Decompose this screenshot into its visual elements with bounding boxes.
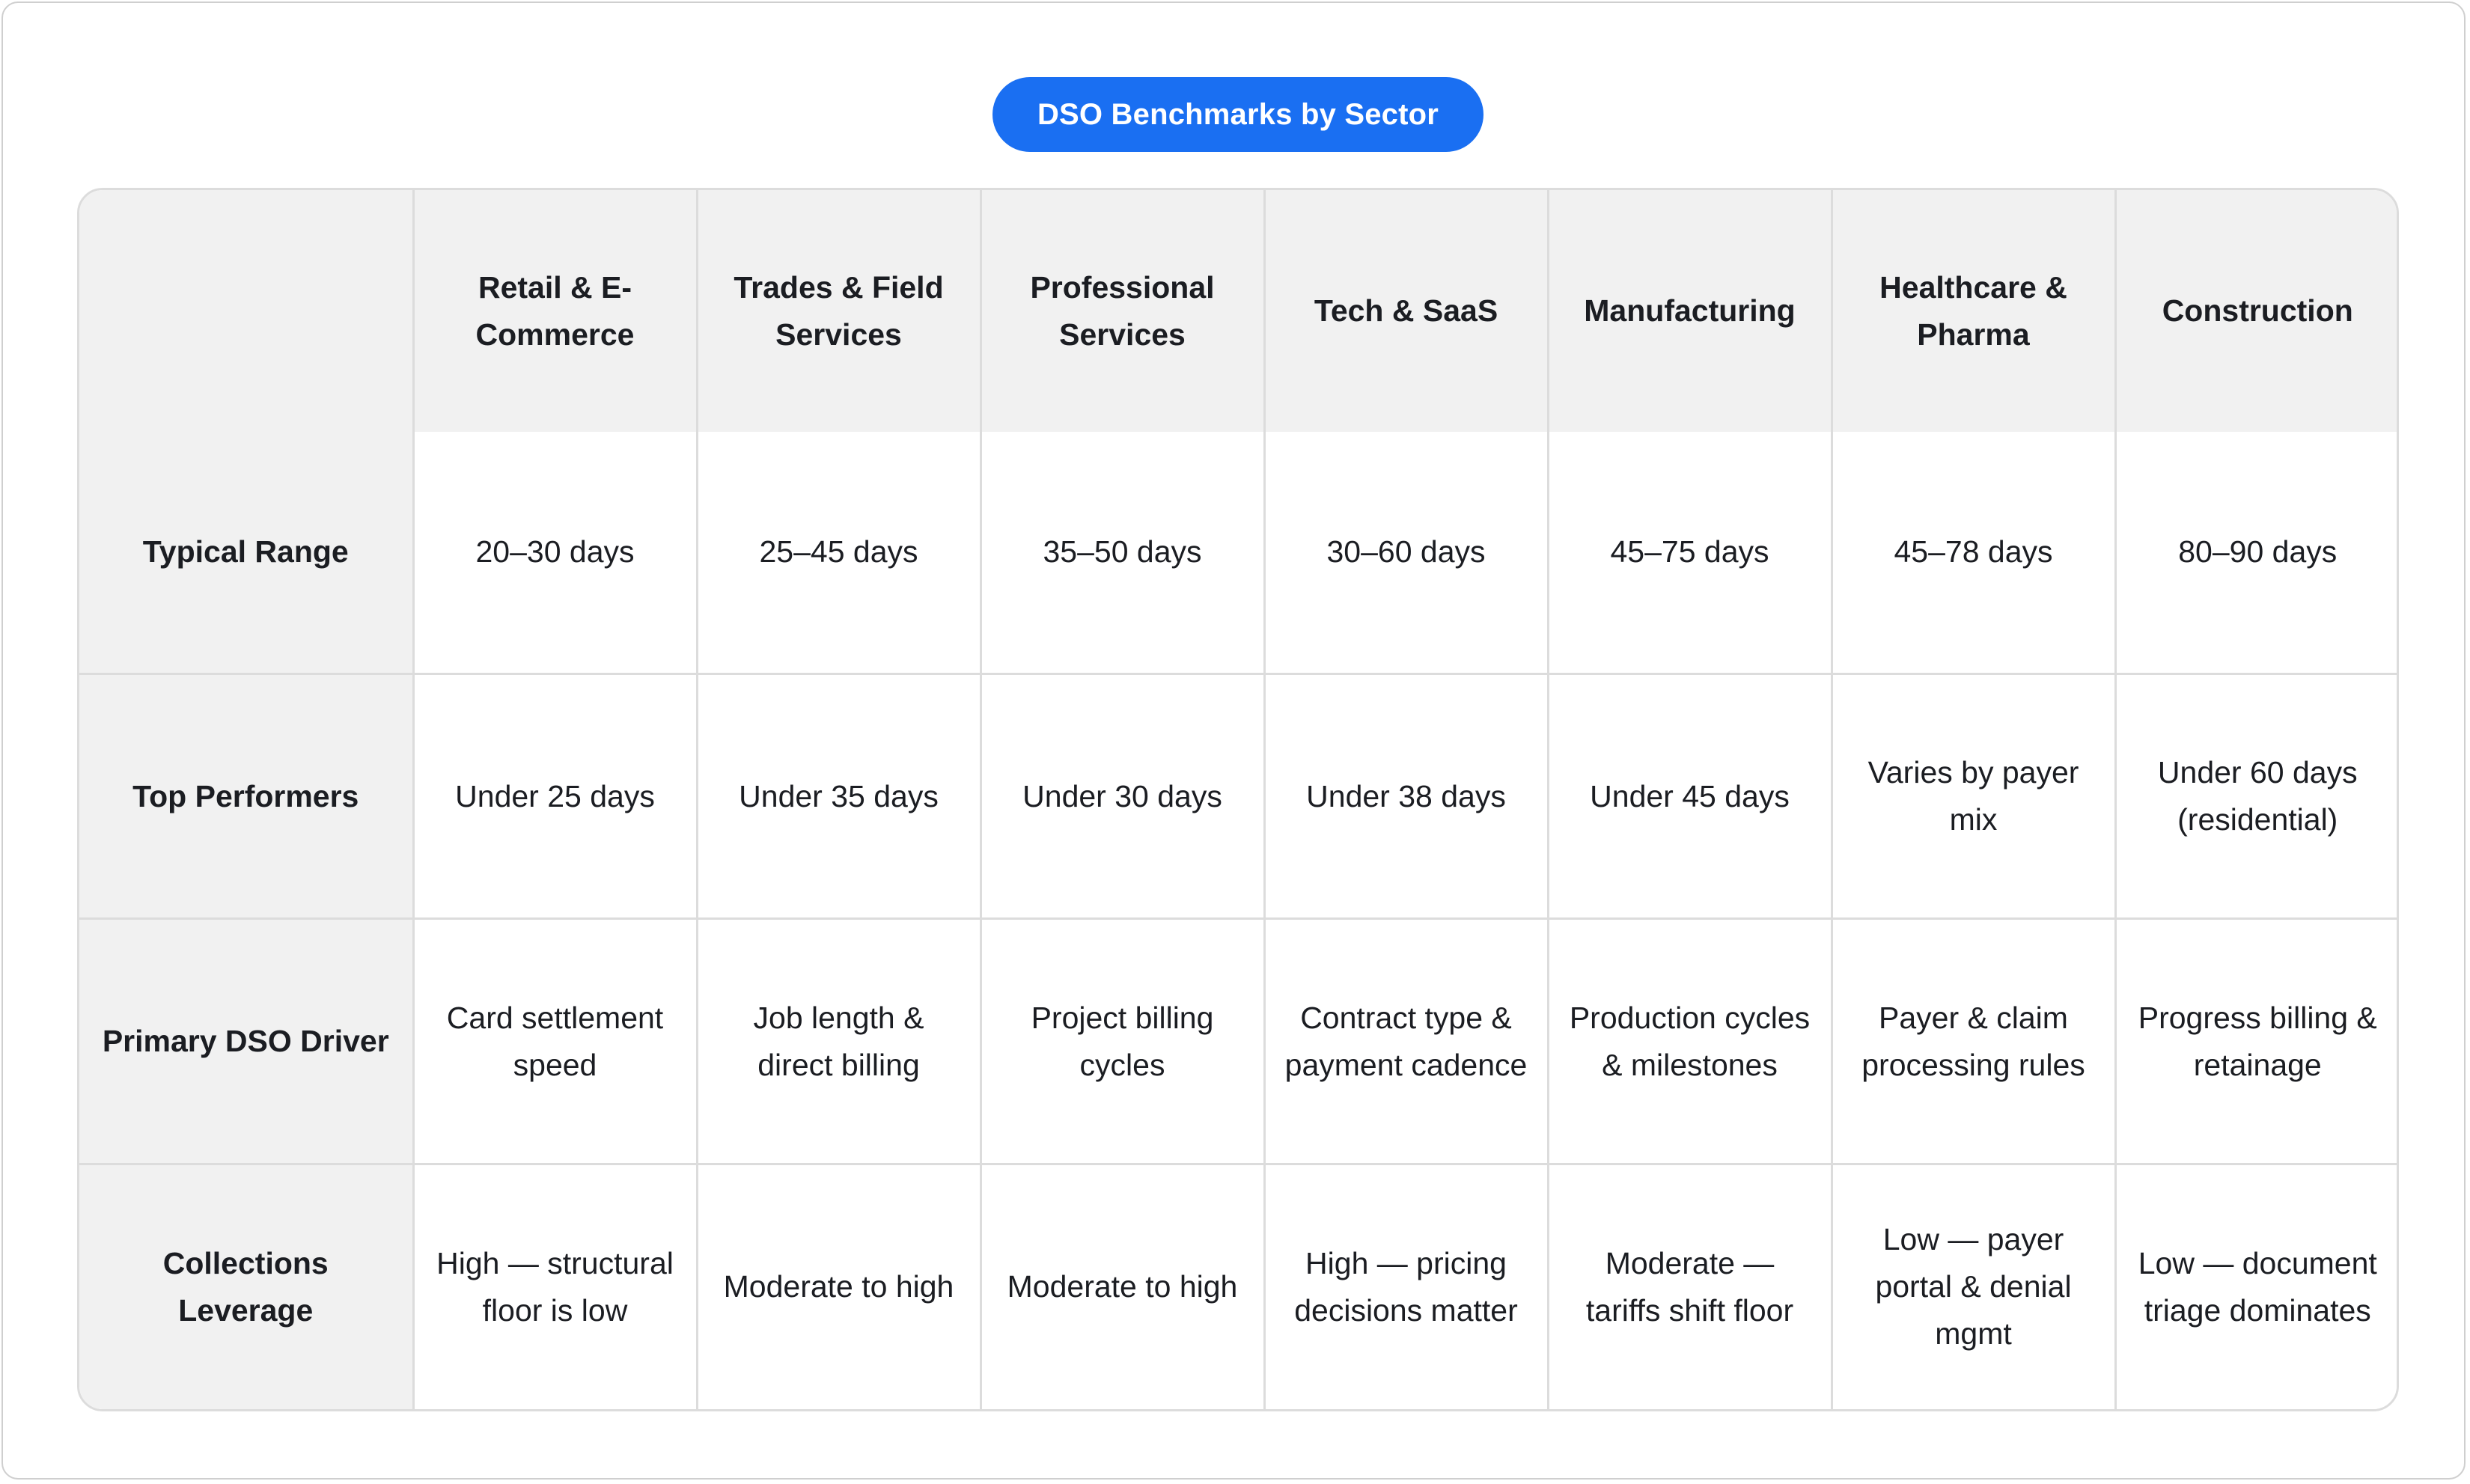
table-row: Primary DSO Driver Card settlement speed…: [79, 917, 2397, 1165]
table-corner-cell: [79, 190, 415, 432]
table-cell: Job length & direct billing: [695, 917, 982, 1165]
table-cell: Under 38 days: [1263, 672, 1549, 920]
column-header: Tech & SaaS: [1263, 190, 1549, 432]
column-header: Construction: [2114, 190, 2397, 432]
table-cell: 25–45 days: [695, 432, 982, 675]
table-cell: 30–60 days: [1263, 432, 1549, 675]
table-cell: Under 60 days (residential): [2114, 672, 2397, 920]
row-header: Primary DSO Driver: [79, 917, 415, 1165]
page-title: DSO Benchmarks by Sector: [992, 77, 1483, 152]
row-header: Top Performers: [79, 672, 415, 920]
card-frame: DSO Benchmarks by Sector Retail & E-Comm…: [1, 1, 2466, 1480]
table-cell: 35–50 days: [979, 432, 1266, 675]
table-cell: Low — payer portal & denial mgmt: [1830, 1162, 2117, 1409]
table-cell: Production cycles & milestones: [1546, 917, 1833, 1165]
column-header: Professional Services: [979, 190, 1266, 432]
row-header: Typical Range: [79, 432, 415, 675]
column-header: Trades & Field Services: [695, 190, 982, 432]
table-cell: Under 45 days: [1546, 672, 1833, 920]
table-cell: Moderate to high: [695, 1162, 982, 1409]
benchmark-table: Retail & E-Commerce Trades & Field Servi…: [79, 190, 2397, 1409]
table-cell: Under 25 days: [412, 672, 698, 920]
table-cell: Under 35 days: [695, 672, 982, 920]
table-cell: Payer & claim processing rules: [1830, 917, 2117, 1165]
table-cell: Progress billing & retainage: [2114, 917, 2397, 1165]
table-row: Typical Range 20–30 days 25–45 days 35–5…: [79, 432, 2397, 675]
table-cell: 45–75 days: [1546, 432, 1833, 675]
column-header: Manufacturing: [1546, 190, 1833, 432]
table-cell: Project billing cycles: [979, 917, 1266, 1165]
table-cell: Moderate to high: [979, 1162, 1266, 1409]
table-cell: 20–30 days: [412, 432, 698, 675]
table-cell: Under 30 days: [979, 672, 1266, 920]
table-cell: 45–78 days: [1830, 432, 2117, 675]
table-cell: Card settlement speed: [412, 917, 698, 1165]
table-cell: Varies by payer mix: [1830, 672, 2117, 920]
table-cell: Low — document triage dominates: [2114, 1162, 2397, 1409]
table-cell: High — structural floor is low: [412, 1162, 698, 1409]
benchmark-table-container: Retail & E-Commerce Trades & Field Servi…: [77, 188, 2399, 1411]
table-row: Top Performers Under 25 days Under 35 da…: [79, 672, 2397, 920]
table-cell: Moderate — tariffs shift floor: [1546, 1162, 1833, 1409]
table-header-row: Retail & E-Commerce Trades & Field Servi…: [79, 190, 2397, 432]
table-cell: 80–90 days: [2114, 432, 2397, 675]
table-row: Collections Leverage High — structural f…: [79, 1162, 2397, 1409]
table-cell: Contract type & payment cadence: [1263, 917, 1549, 1165]
column-header: Healthcare & Pharma: [1830, 190, 2117, 432]
row-header: Collections Leverage: [79, 1162, 415, 1409]
table-cell: High — pricing decisions matter: [1263, 1162, 1549, 1409]
column-header: Retail & E-Commerce: [412, 190, 698, 432]
